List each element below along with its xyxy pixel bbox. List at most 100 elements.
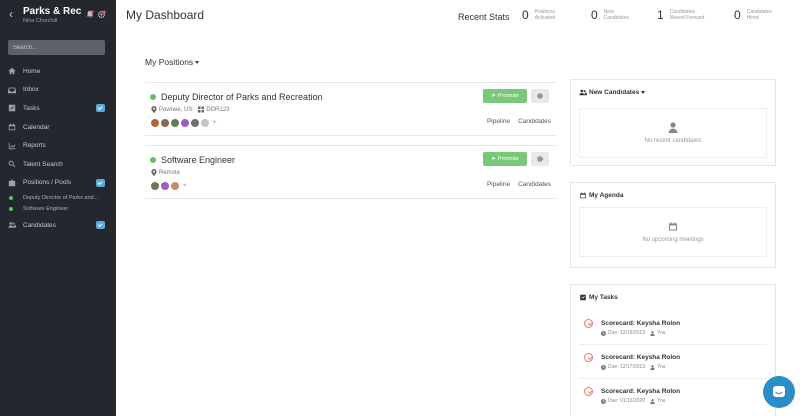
task-owner: You — [656, 398, 666, 404]
avatar — [171, 119, 179, 127]
position-title-row[interactable]: Deputy Director of Parks and Recreation — [150, 92, 323, 102]
stat-value: 1 — [657, 8, 664, 22]
calendar-icon — [8, 123, 16, 131]
sidebar-item-calendar[interactable]: Calendar — [0, 118, 116, 137]
grid-icon — [198, 106, 205, 113]
inbox-icon — [8, 87, 16, 94]
promote-button[interactable]: ➤ Promote — [483, 89, 527, 103]
gear-icon — [537, 93, 543, 99]
agenda-title: My Agenda — [579, 192, 623, 199]
calendar-icon — [580, 192, 586, 199]
widget-title: My Tasks — [589, 294, 618, 301]
recent-stats-label: Recent Stats — [458, 12, 510, 22]
stat-candidates-hired: 0 Candidates Hired — [734, 8, 777, 22]
stat-label: Positions Activated — [534, 9, 556, 21]
settings-button[interactable] — [531, 89, 549, 103]
chat-icon — [773, 386, 785, 397]
complete-task-checkbox[interactable] — [584, 387, 593, 396]
home-icon — [8, 68, 16, 75]
map-pin-icon — [151, 106, 157, 113]
sidebar-item-talent-search[interactable]: Talent Search — [0, 155, 116, 174]
add-badge[interactable] — [96, 104, 105, 113]
caret-down-icon — [195, 60, 200, 64]
user-icon — [650, 330, 655, 336]
empty-message: No recent candidates — [644, 138, 702, 144]
position-meta: Pawnee, US DDR123 — [151, 106, 229, 113]
add-badge[interactable] — [96, 221, 105, 230]
task-item[interactable]: Scorecard: Keysha Rolon Due: 01/12/2020 … — [579, 381, 767, 413]
task-item[interactable]: Scorecard: Keysha Rolon Due: 12/16/2019 … — [579, 313, 767, 345]
sidebar-subitem-label: Software Engineer — [23, 205, 69, 212]
clock-icon — [601, 364, 606, 370]
stat-value: 0 — [734, 8, 741, 22]
page-title: My Dashboard — [126, 8, 205, 22]
search-icon — [8, 160, 16, 168]
task-item[interactable]: Scorecard: Keysha Rolon Due: 12/17/2019 … — [579, 347, 767, 379]
sidebar-subitem-position[interactable]: Deputy Director of Parks and... — [0, 192, 116, 203]
bell-icon[interactable] — [86, 10, 94, 18]
avatar-group[interactable]: + — [151, 182, 187, 190]
pipeline-link[interactable]: Pipeline — [487, 181, 510, 188]
pipeline-link[interactable]: Pipeline — [487, 118, 510, 125]
megaphone-icon: ➤ — [491, 93, 496, 99]
position-code: DDR123 — [206, 106, 230, 113]
complete-task-checkbox[interactable] — [584, 353, 593, 362]
users-icon — [8, 222, 16, 229]
avatar — [191, 119, 199, 127]
map-pin-icon — [151, 169, 157, 176]
gear-icon[interactable] — [97, 10, 106, 19]
stat-label: Candidates Moved Forward — [669, 9, 705, 21]
chat-launcher-button[interactable] — [763, 376, 795, 408]
add-member[interactable]: + — [183, 183, 187, 189]
user-icon — [668, 122, 678, 133]
sidebar-subitem-label: Deputy Director of Parks and... — [23, 194, 99, 201]
position-title: Software Engineer — [161, 155, 236, 165]
position-location: Pawnee, US — [159, 106, 193, 113]
task-due: Due: 01/12/2020 — [608, 398, 645, 404]
checkbox-icon — [580, 294, 586, 301]
promote-button[interactable]: ➤ Promote — [483, 152, 527, 166]
position-meta: Remote — [151, 169, 180, 176]
task-owner: You — [656, 364, 666, 370]
promote-label: Promote — [497, 93, 519, 99]
candidates-link[interactable]: Candidates — [518, 181, 551, 188]
sidebar-item-reports[interactable]: Reports — [0, 136, 116, 155]
sidebar-item-home[interactable]: Home — [0, 62, 116, 81]
avatar — [171, 182, 179, 190]
sidebar-subitem-position[interactable]: Software Engineer — [0, 203, 116, 214]
sidebar-nav: Home Inbox Tasks Calendar Reports Talent… — [0, 62, 116, 235]
avatar-group[interactable]: + — [151, 119, 217, 127]
positions-dropdown[interactable]: My Positions — [145, 57, 200, 67]
sidebar-item-label: Home — [23, 67, 41, 75]
status-dot — [150, 157, 156, 163]
sidebar-item-label: Tasks — [23, 104, 40, 112]
settings-button[interactable] — [531, 152, 549, 166]
briefcase-icon — [8, 179, 16, 187]
positions-header-label: My Positions — [145, 57, 194, 67]
sidebar-item-inbox[interactable]: Inbox — [0, 81, 116, 100]
complete-task-checkbox[interactable] — [584, 319, 593, 328]
sidebar-item-positions[interactable]: Positions / Pools — [0, 174, 116, 193]
candidates-link[interactable]: Candidates — [518, 118, 551, 125]
sidebar-item-label: Inbox — [23, 86, 39, 94]
calendar-icon — [669, 222, 677, 231]
empty-message: No upcoming meetings — [642, 237, 704, 243]
avatar — [181, 119, 189, 127]
stat-candidates-moved: 1 Candidates Moved Forward — [657, 8, 714, 22]
task-meta: Due: 12/16/2019 You — [601, 330, 665, 336]
search-input[interactable] — [8, 40, 105, 55]
add-badge[interactable] — [96, 178, 105, 187]
megaphone-icon: ➤ — [491, 156, 496, 162]
position-title-row[interactable]: Software Engineer — [150, 155, 235, 165]
widget-title: My Agenda — [589, 192, 624, 199]
widget-empty-state: No upcoming meetings — [579, 207, 767, 257]
sidebar-item-label: Reports — [23, 142, 46, 150]
status-dot — [9, 206, 13, 211]
add-member[interactable]: + — [213, 120, 217, 126]
sidebar-item-tasks[interactable]: Tasks — [0, 99, 116, 118]
new-candidates-dropdown[interactable]: New Candidates — [579, 89, 646, 96]
tasks-title: My Tasks — [579, 294, 618, 301]
chevron-left-icon[interactable]: ‹ — [9, 8, 17, 20]
stat-value: 0 — [522, 8, 529, 22]
sidebar-item-candidates[interactable]: Candidates — [0, 216, 116, 235]
